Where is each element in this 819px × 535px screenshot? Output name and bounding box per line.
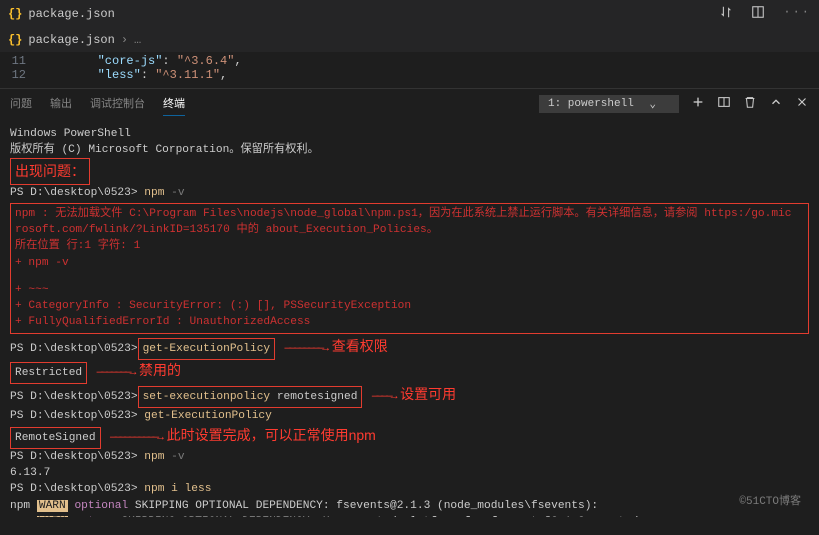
titlebar-actions: ···: [719, 5, 811, 23]
warn-badge: WARN: [37, 500, 68, 512]
new-terminal-icon[interactable]: [691, 95, 705, 113]
annotation-done: 此时设置完成，可以正常使用npm: [167, 425, 376, 445]
error-line: npm : 无法加载文件 C:\Program Files\nodejs\nod…: [15, 206, 804, 222]
output-remotesigned: RemoteSigned: [10, 427, 101, 449]
terminal-line: PS D:\desktop\0523> npm -v: [10, 449, 809, 465]
breadcrumb-file[interactable]: package.json: [28, 33, 114, 47]
tab-debug-console[interactable]: 调试控制台: [90, 91, 145, 116]
kill-terminal-icon[interactable]: [743, 95, 757, 113]
tab-problems[interactable]: 问题: [10, 91, 32, 116]
terminal-line: PS D:\desktop\0523> set-executionpolicy …: [10, 384, 809, 408]
annotation-disabled: 禁用的: [139, 360, 181, 380]
watermark: ©51CTO博客: [739, 495, 801, 511]
terminal-line: 版权所有 (C) Microsoft Corporation。保留所有权利。: [10, 142, 809, 158]
terminal-line: 6.13.7: [10, 465, 809, 481]
tab-terminal[interactable]: 终端: [163, 91, 185, 116]
title-bar: {} package.json ···: [0, 0, 819, 28]
breadcrumb-trail[interactable]: …: [134, 33, 141, 47]
terminal-line: npm WARN optional SKIPPING OPTIONAL DEPE…: [10, 498, 809, 514]
titlebar-left: {} package.json: [8, 7, 115, 21]
breadcrumb-bar: {} package.json › …: [0, 28, 819, 52]
code-line: 12 "less": "^3.11.1",: [0, 68, 819, 82]
tab-output[interactable]: 输出: [50, 91, 72, 116]
error-line: + npm -v: [15, 255, 804, 271]
output-restricted: Restricted: [10, 362, 87, 384]
terminal-line: PS D:\desktop\0523> get-ExecutionPolicy: [10, 408, 809, 424]
split-terminal-icon[interactable]: [717, 95, 731, 113]
arrow-icon: ————————→: [275, 341, 332, 357]
terminal-line: RemoteSigned ——————————→ 此时设置完成，可以正常使用np…: [10, 425, 809, 449]
json-file-icon: {}: [8, 33, 22, 47]
more-actions-icon[interactable]: ···: [783, 5, 811, 23]
error-line: rosoft.com/fwlink/?LinkID=135170 中的 abou…: [15, 222, 804, 238]
terminal-line: Windows PowerShell: [10, 126, 809, 142]
annotation-view-permission: 查看权限: [332, 336, 388, 356]
error-line: + CategoryInfo : SecurityError: (:) [], …: [15, 298, 804, 314]
error-line: + ~~~: [15, 282, 804, 298]
terminal-line: Restricted ———————→ 禁用的: [10, 360, 809, 384]
line-number: 12: [0, 68, 40, 82]
error-block: npm : 无法加载文件 C:\Program Files\nodejs\nod…: [10, 203, 809, 334]
code-line: 11 "core-js": "^3.6.4",: [0, 54, 819, 68]
warn-badge: WARN: [37, 516, 68, 517]
close-panel-icon[interactable]: [795, 95, 809, 113]
compare-changes-icon[interactable]: [719, 5, 733, 23]
breadcrumb-sep: ›: [121, 33, 128, 47]
error-line: 所在位置 行:1 字符: 1: [15, 238, 804, 254]
arrow-icon: ———————→: [87, 365, 139, 381]
panel-tab-bar: 问题 输出 调试控制台 终端 1: powershell ⌄: [0, 88, 819, 118]
terminal-line: PS D:\desktop\0523> npm i less: [10, 481, 809, 497]
terminal-selected-label: 1: powershell: [548, 98, 634, 110]
terminal-line: PS D:\desktop\0523> get-ExecutionPolicy …: [10, 336, 809, 360]
error-line: + FullyQualifiedErrorId : UnauthorizedAc…: [15, 314, 804, 330]
code-editor[interactable]: 11 "core-js": "^3.6.4", 12 "less": "^3.1…: [0, 52, 819, 88]
arrow-icon: ——————————→: [101, 430, 167, 446]
terminal-line: npm WARN notsup SKIPPING OPTIONAL DEPEND…: [10, 514, 809, 517]
terminal-selector[interactable]: 1: powershell ⌄: [539, 95, 679, 113]
annotation-set-enabled: 设置可用: [400, 384, 456, 404]
split-editor-icon[interactable]: [751, 5, 765, 23]
line-number: 11: [0, 54, 40, 68]
maximize-panel-icon[interactable]: [769, 95, 783, 113]
terminal-output[interactable]: Windows PowerShell 版权所有 (C) Microsoft Co…: [0, 118, 819, 517]
arrow-icon: ————→: [362, 389, 400, 405]
json-file-icon: {}: [8, 7, 22, 21]
annotation-problem: 出现问题：: [10, 158, 90, 184]
file-title: package.json: [28, 7, 114, 21]
terminal-line: PS D:\desktop\0523> npm -v: [10, 185, 809, 201]
chevron-down-icon: ⌄: [649, 97, 656, 111]
